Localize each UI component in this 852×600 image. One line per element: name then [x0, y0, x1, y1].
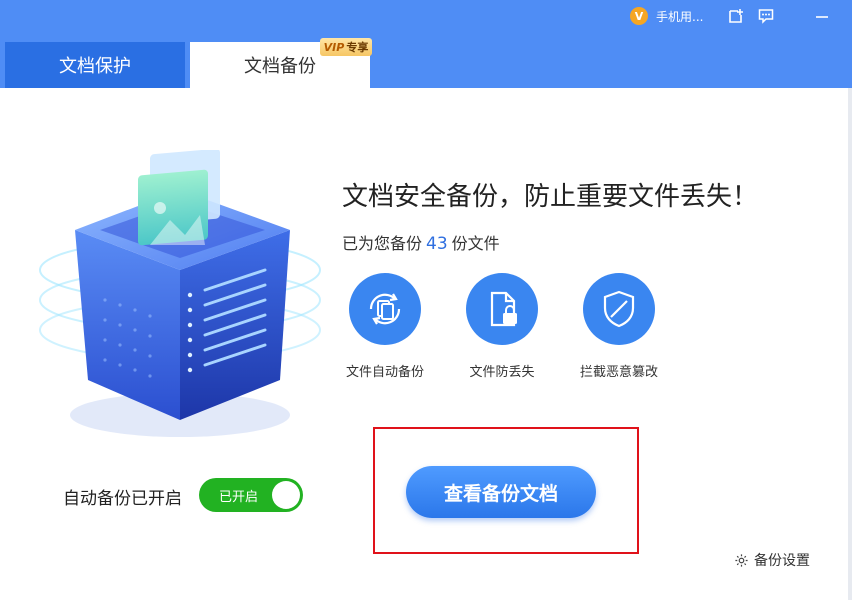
tab-document-protection[interactable]: 文档保护 — [5, 42, 185, 88]
window-edge — [848, 88, 852, 600]
backup-server-illustration — [39, 150, 321, 437]
title-bar: V 手机用... — [622, 0, 852, 32]
gear-icon — [735, 553, 748, 567]
backup-count: 43 — [426, 234, 448, 254]
feature-block-tamper: 拦截恶意篡改 — [569, 273, 669, 380]
feedback-icon[interactable] — [756, 6, 776, 26]
minimize-icon[interactable] — [812, 6, 832, 26]
auto-backup-label: 自动备份已开启 — [63, 489, 182, 509]
toggle-knob — [272, 481, 300, 509]
backup-count-line: 已为您备份 43 份文件 — [342, 230, 500, 254]
vip-exclusive-badge: VIP 专享 — [320, 38, 372, 56]
headline: 文档安全备份，防止重要文件丢失！ — [342, 182, 759, 212]
app-header: V 手机用... 文档保护 文档备份 VIP 专享 — [0, 0, 852, 88]
toggle-state-text: 已开启 — [219, 490, 259, 505]
account-label: 手机用... — [656, 9, 704, 24]
view-backup-documents-button[interactable]: 查看备份文档 — [406, 466, 596, 518]
feature-anti-loss: 文件防丢失 — [452, 273, 552, 380]
auto-backup-toggle[interactable]: 已开启 — [199, 478, 303, 512]
add-square-icon[interactable] — [726, 6, 746, 26]
vip-v-icon: V — [630, 7, 648, 25]
feature-label-block-tamper: 拦截恶意篡改 — [579, 365, 658, 380]
shield-icon — [583, 273, 655, 345]
backup-settings-label: 备份设置 — [754, 553, 810, 569]
backup-settings-link[interactable]: 备份设置 — [734, 550, 810, 570]
account-menu[interactable]: V 手机用... — [630, 6, 703, 26]
feature-label-anti-loss: 文件防丢失 — [469, 365, 535, 380]
vip-badge-prefix: VIP — [323, 40, 345, 54]
vip-badge-text: 专享 — [346, 41, 369, 54]
file-lock-icon — [466, 273, 538, 345]
auto-backup-icon — [349, 273, 421, 345]
feature-label-auto-backup: 文件自动备份 — [345, 365, 424, 380]
count-suffix: 份文件 — [451, 234, 500, 253]
feature-auto-backup: 文件自动备份 — [335, 273, 435, 380]
count-prefix: 已为您备份 — [342, 234, 423, 253]
